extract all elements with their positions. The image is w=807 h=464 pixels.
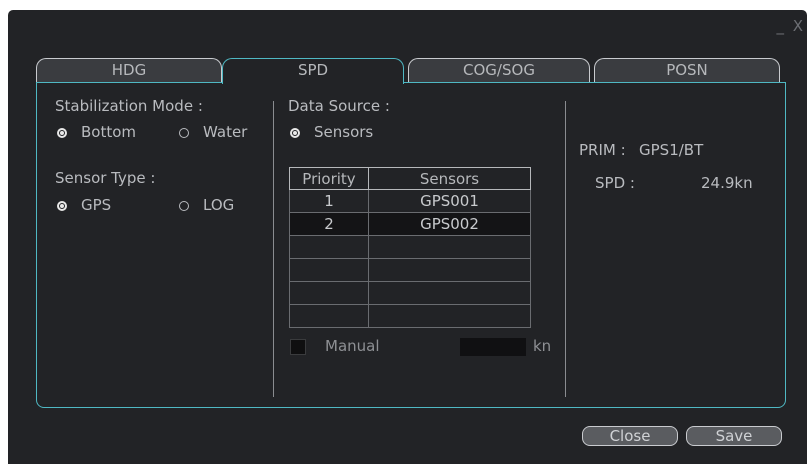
data-source-label: Data Source : (288, 97, 390, 115)
priority-cell: 1 (289, 189, 369, 213)
radio-water-label[interactable]: Water (203, 123, 247, 141)
priority-cell (289, 281, 369, 305)
manual-unit-label: kn (533, 337, 552, 355)
prim-value: GPS1/BT (639, 141, 704, 159)
save-button-label: Save (715, 427, 753, 445)
tab-label: HDG (111, 61, 147, 79)
sensor-cell (368, 304, 531, 328)
sensor-cell: GPS002 (368, 212, 531, 236)
sensor-type-label: Sensor Type : (55, 169, 156, 187)
column-header-priority: Priority (289, 167, 369, 190)
radio-sensors-indicator[interactable] (290, 128, 300, 138)
table-row[interactable] (289, 258, 531, 282)
sensor-cell: GPS001 (368, 189, 531, 213)
prim-label: PRIM : (579, 141, 626, 159)
sensor-cell (368, 281, 531, 305)
sensor-cell (368, 235, 531, 259)
manual-checkbox[interactable] (290, 339, 306, 355)
close-button-label: Close (609, 427, 651, 445)
spd-value: 24.9kn (701, 174, 753, 192)
tab-label: COG/SOG (463, 61, 535, 79)
radio-log-label[interactable]: LOG (203, 196, 234, 214)
tab-posn[interactable]: POSN (594, 58, 780, 82)
column-header-sensors: Sensors (368, 167, 531, 190)
priority-cell (289, 235, 369, 259)
priority-cell (289, 304, 369, 328)
tab-cog-sog[interactable]: COG/SOG (408, 58, 590, 82)
close-button[interactable]: Close (582, 426, 678, 446)
radio-bottom-indicator[interactable] (57, 128, 67, 138)
divider-left (273, 101, 274, 397)
tab-label: SPD (297, 61, 329, 79)
tab-label: POSN (666, 61, 708, 79)
table-row[interactable] (289, 281, 531, 305)
window-controls[interactable]: _ X (776, 16, 805, 36)
radio-gps-label[interactable]: GPS (81, 196, 111, 214)
tab-spd[interactable]: SPD (222, 58, 404, 84)
sensor-cell (368, 258, 531, 282)
radio-log-indicator[interactable] (179, 201, 189, 211)
divider-right (565, 101, 566, 397)
table-row[interactable]: 1 GPS001 (289, 189, 531, 213)
priority-cell (289, 258, 369, 282)
tab-hdg[interactable]: HDG (36, 58, 222, 82)
radio-water-indicator[interactable] (179, 128, 189, 138)
settings-dialog: _ X HDG SPD COG/SOG POSN Stabilization M… (8, 10, 807, 464)
stabilization-mode-label: Stabilization Mode : (55, 97, 203, 115)
manual-speed-input[interactable] (460, 338, 526, 356)
table-row[interactable]: 2 GPS002 (289, 212, 531, 236)
radio-sensors-label[interactable]: Sensors (314, 123, 373, 141)
priority-cell: 2 (289, 212, 369, 236)
save-button[interactable]: Save (686, 426, 782, 446)
spd-label: SPD : (595, 174, 635, 192)
table-row[interactable] (289, 304, 531, 328)
radio-bottom-label[interactable]: Bottom (81, 123, 136, 141)
manual-label: Manual (325, 337, 380, 355)
table-row[interactable] (289, 235, 531, 259)
radio-gps-indicator[interactable] (57, 201, 67, 211)
sensor-priority-table: Priority Sensors 1 GPS001 2 GPS002 (289, 167, 531, 328)
spd-panel: Stabilization Mode : Bottom Water Sensor… (36, 82, 786, 408)
